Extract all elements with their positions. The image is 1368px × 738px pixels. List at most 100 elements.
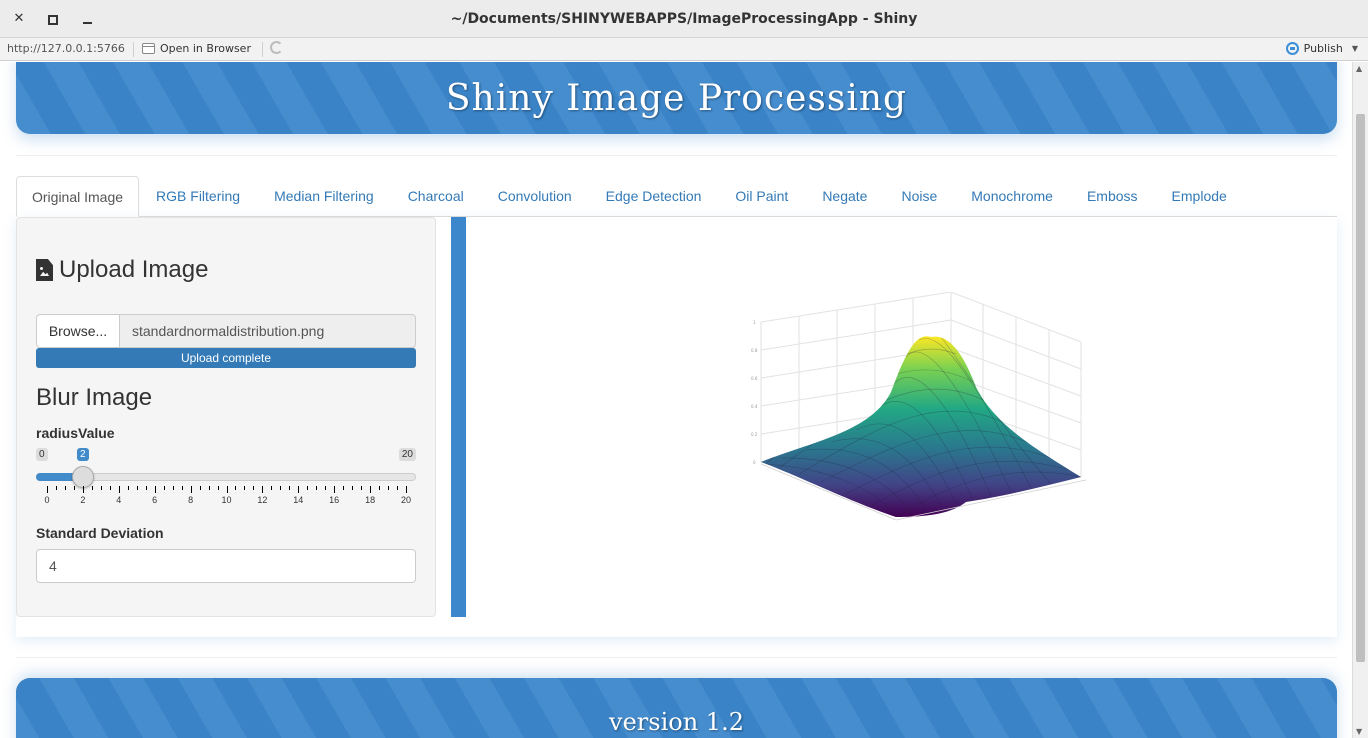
tab-emplode[interactable]: Emplode (1155, 176, 1244, 216)
publish-icon (1285, 42, 1299, 55)
app-footer-banner: version 1.2 (16, 678, 1337, 738)
slider-minor-tick (109, 486, 111, 490)
slider-tick-label: 14 (293, 495, 304, 505)
slider-major-tick (406, 486, 407, 493)
open-in-browser-label: Open in Browser (160, 42, 251, 55)
app-title: Shiny Image Processing (445, 78, 908, 119)
chevron-down-icon: ▼ (1351, 44, 1358, 53)
slider-tick-label: 6 (152, 495, 158, 505)
open-in-browser-button[interactable]: Open in Browser (142, 42, 251, 55)
slider-ticks: 0 2 4 6 8 10 12 14 16 18 20 (36, 486, 416, 506)
svg-text:0.8: 0.8 (751, 348, 758, 353)
file-input: Browse... standardnormaldistribution.png (36, 314, 416, 348)
slider-minor-tick (145, 486, 147, 490)
tab-oil-paint[interactable]: Oil Paint (718, 176, 805, 216)
slider-handle[interactable] (72, 466, 94, 488)
upload-heading: Upload Image (36, 256, 208, 284)
browse-button[interactable]: Browse... (36, 314, 120, 348)
slider-tick-label: 2 (80, 495, 86, 505)
tab-charcoal[interactable]: Charcoal (391, 176, 481, 216)
slider-minor-tick (397, 486, 399, 490)
slider-minor-tick (280, 486, 282, 490)
blur-heading: Blur Image (36, 384, 153, 411)
image-output: 1 0.8 0.6 0.4 0.2 0 (466, 217, 1337, 637)
tab-rgb-filtering[interactable]: RGB Filtering (139, 176, 257, 216)
svg-text:0.6: 0.6 (751, 376, 758, 381)
svg-text:0: 0 (753, 460, 756, 465)
slider-tick-label: 10 (221, 495, 232, 505)
svg-text:1: 1 (753, 320, 756, 325)
slider-minor-tick (208, 486, 210, 490)
tab-noise[interactable]: Noise (884, 176, 954, 216)
slider-value-label: 2 (77, 448, 89, 461)
tab-convolution[interactable]: Convolution (481, 176, 589, 216)
slider-tick-label: 0 (44, 495, 50, 505)
viewer-toolbar: http://127.0.0.1:5766 Open in Browser Pu… (0, 38, 1368, 61)
slider-minor-tick (100, 486, 102, 490)
original-image: 1 0.8 0.6 0.4 0.2 0 (751, 292, 1087, 521)
slider-minor-tick (91, 486, 93, 490)
file-image-icon (36, 259, 53, 281)
scroll-down-icon[interactable]: ▼ (1356, 727, 1362, 736)
window-titlebar: ✕ ~/Documents/SHINYWEBAPPS/ImageProcessi… (0, 0, 1368, 38)
slider-major-tick (47, 486, 48, 493)
slider-minor-tick (136, 486, 138, 490)
scroll-up-icon[interactable]: ▲ (1356, 64, 1362, 73)
toolbar-divider (133, 42, 134, 57)
slider-minor-tick (361, 486, 363, 490)
slider-tick-label: 12 (257, 495, 268, 505)
slider-major-tick (298, 486, 300, 493)
tab-median-filtering[interactable]: Median Filtering (257, 176, 391, 216)
tab-negate[interactable]: Negate (805, 176, 884, 216)
slider-major-tick (370, 486, 372, 493)
url-label: http://127.0.0.1:5766 (7, 42, 125, 55)
slider-major-tick (226, 486, 228, 493)
divider (16, 657, 1337, 658)
publish-label: Publish (1303, 42, 1343, 55)
slider-max-label: 20 (398, 448, 416, 461)
slider-minor-tick (325, 486, 327, 490)
sidebar-panel: Upload Image Browse... standardnormaldis… (16, 217, 436, 617)
tab-original-image[interactable]: Original Image (16, 176, 140, 217)
slider-minor-tick (352, 486, 354, 490)
slider-minor-tick (199, 486, 201, 490)
slider-minor-tick (235, 486, 237, 490)
radius-slider[interactable]: 0 2 20 0 2 4 6 8 10 12 14 16 18 20 (36, 446, 416, 506)
file-name-field[interactable]: standardnormaldistribution.png (120, 314, 416, 348)
svg-text:0.2: 0.2 (751, 432, 758, 437)
tab-edge-detection[interactable]: Edge Detection (589, 176, 719, 216)
slider-minor-tick (244, 486, 246, 490)
slider-major-tick (262, 486, 264, 493)
slider-minor-tick (64, 486, 66, 490)
slider-minor-tick (289, 486, 291, 490)
tab-bar: Original Image RGB Filtering Median Filt… (16, 176, 1337, 217)
radius-label: radiusValue (36, 425, 115, 441)
slider-major-tick (190, 486, 192, 493)
main-panel: 1 0.8 0.6 0.4 0.2 0 (451, 217, 1337, 637)
app-viewport: Shiny Image Processing Original Image RG… (0, 62, 1352, 738)
refresh-icon[interactable] (270, 41, 283, 54)
slider-minor-tick (343, 486, 345, 490)
slider-tick-label: 16 (329, 495, 340, 505)
slider-tick-label: 18 (365, 495, 376, 505)
slider-min-label: 0 (36, 448, 48, 461)
slider-tick-label: 8 (188, 495, 194, 505)
slider-minor-tick (388, 486, 390, 490)
tab-emboss[interactable]: Emboss (1070, 176, 1155, 216)
slider-tick-label: 4 (116, 495, 122, 505)
tab-monochrome[interactable]: Monochrome (954, 176, 1070, 216)
slider-minor-tick (307, 486, 309, 490)
slider-minor-tick (163, 486, 165, 490)
page-scrollbar[interactable]: ▲ ▼ (1352, 62, 1368, 738)
slider-minor-tick (127, 486, 129, 490)
publish-button[interactable]: Publish ▼ (1285, 42, 1358, 55)
slider-minor-tick (172, 486, 174, 490)
tab-content-original-image: Upload Image Browse... standardnormaldis… (16, 217, 1337, 637)
slider-minor-tick (73, 486, 75, 490)
scrollbar-thumb[interactable] (1356, 114, 1365, 662)
standard-deviation-input[interactable]: 4 (36, 549, 416, 583)
slider-major-tick (118, 486, 120, 493)
sd-label: Standard Deviation (36, 525, 164, 541)
slider-major-tick (334, 486, 336, 493)
app-header-banner: Shiny Image Processing (16, 62, 1337, 134)
